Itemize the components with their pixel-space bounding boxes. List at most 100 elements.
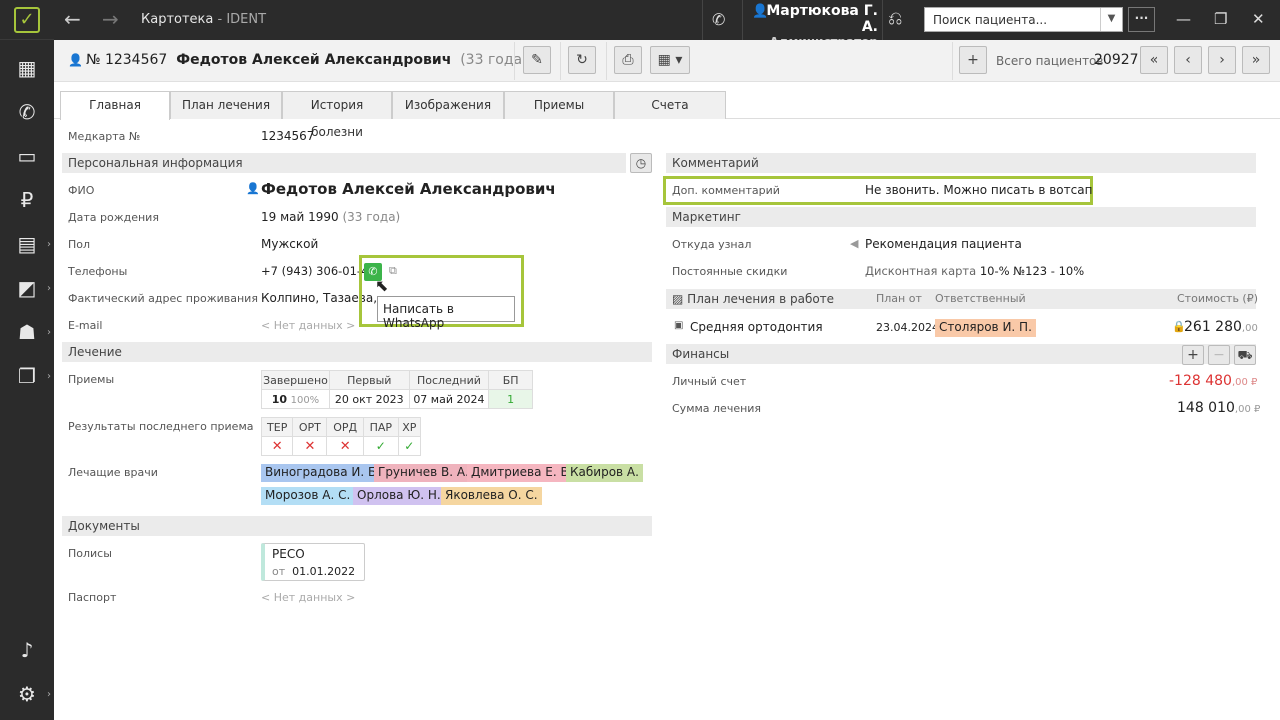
col-bp: БП <box>488 370 533 390</box>
chat-icon[interactable]: ▭ <box>0 136 54 176</box>
visits-label: Приемы <box>68 373 115 386</box>
completed-cell: 10 100% <box>261 389 330 409</box>
doctor-chip[interactable]: Виноградова И. Б. <box>261 464 385 482</box>
bp-cell: 1 <box>488 389 533 409</box>
email-value[interactable]: < Нет данных > <box>261 319 355 332</box>
last-button[interactable]: » <box>1242 46 1270 74</box>
policy-company: РЕСО <box>272 547 305 561</box>
comment-label: Доп. комментарий <box>672 184 780 197</box>
calendar-icon[interactable]: ▤ › <box>0 224 54 264</box>
results-table: ТЕР ОРТ ОРД ПАР ХР ✕ ✕ ✕ ✓ ✓ <box>260 417 422 456</box>
marketing-section-header: Маркетинг <box>666 207 1256 227</box>
first-visit-cell: 20 окт 2023 <box>328 389 410 409</box>
col-first: Первый <box>328 370 410 390</box>
add-patient-button[interactable]: + <box>959 46 987 74</box>
tab-main[interactable]: Главная <box>60 91 170 120</box>
history-back-icon[interactable]: ⎌ <box>888 8 902 29</box>
patient-title: 👤 № 1234567 Федотов Алексей Александрович… <box>68 52 528 68</box>
next-button[interactable]: › <box>1208 46 1236 74</box>
title-bar: ← → Картотека - IDENT ✆ 👤 Мартюкова Г. А… <box>54 0 1280 49</box>
col-hr: ХР <box>397 417 422 437</box>
doctor-chip[interactable]: Яковлева О. С. <box>441 487 542 505</box>
users-icon[interactable]: ☗ › <box>0 312 54 352</box>
doctors-label: Лечащие врачи <box>68 466 158 479</box>
divider <box>702 0 703 40</box>
result-mark: ✕ <box>326 436 365 456</box>
treatment-section-header: Лечение <box>62 342 652 362</box>
back-arrow-icon[interactable]: ← <box>64 7 81 31</box>
comment-value: Не звонить. Можно писать в вотсап <box>865 183 1093 197</box>
doctor-chip[interactable]: Орлова Ю. Н. <box>353 487 445 505</box>
dob-label: Дата рождения <box>68 211 159 224</box>
medcard-label: Медкарта № <box>68 130 141 143</box>
sex-label: Пол <box>68 238 91 251</box>
settings-icon[interactable]: ⚙ › <box>0 674 54 714</box>
ruble-icon[interactable]: ₽ <box>0 180 54 220</box>
user-name: Мартюкова Г. А. <box>766 3 878 35</box>
fio-value: Федотов Алексей Александрович <box>261 180 556 198</box>
tab-invoices[interactable]: Счета <box>614 91 726 119</box>
source-value: Рекомендация пациента <box>865 237 1022 251</box>
policy-card[interactable]: РЕСО от 01.01.2022 <box>261 543 365 581</box>
app-logo[interactable]: ✓ <box>0 0 54 40</box>
first-button[interactable]: « <box>1140 46 1168 74</box>
minimize-icon[interactable]: — <box>1176 10 1191 28</box>
whatsapp-tooltip: Написать в WhatsApp <box>377 296 515 330</box>
person-icon: 👤 <box>68 53 83 67</box>
last-visit-cell: 07 май 2024 <box>408 389 490 409</box>
schedule-icon[interactable]: ▦ <box>0 48 54 88</box>
tab-plan[interactable]: План лечения <box>170 91 282 119</box>
doctor-chip[interactable]: Дмитриева Е. В. <box>467 464 577 482</box>
col-par: ПАР <box>363 417 399 437</box>
discount-label: Постоянные скидки <box>672 265 788 278</box>
chevron-down-icon[interactable]: ▼ <box>1100 8 1122 31</box>
result-mark: ✓ <box>363 436 399 456</box>
comment-section-header: Комментарий <box>666 153 1256 173</box>
plan-resp-header: Ответственный <box>935 292 1026 305</box>
history-icon[interactable]: ◷ <box>630 153 652 173</box>
reports-icon[interactable]: ◩ › <box>0 268 54 308</box>
edit-button[interactable]: ✎ <box>523 46 551 74</box>
doctor-chip[interactable]: Морозов А. С. <box>261 487 355 505</box>
tab-images[interactable]: Изображения <box>392 91 504 119</box>
calendar-dropdown-button[interactable]: ▦ ▾ <box>650 46 690 74</box>
divider <box>882 0 883 40</box>
check-logo-icon: ✓ <box>14 6 40 33</box>
add-finance-button[interactable]: + <box>1182 345 1204 365</box>
policy-date: от 01.01.2022 <box>272 565 356 578</box>
passport-value[interactable]: < Нет данных > <box>261 591 355 604</box>
patient-search-input[interactable]: Поиск пациента... ▼ <box>924 7 1123 32</box>
documents-icon[interactable]: ❐ › <box>0 356 54 396</box>
calls-icon[interactable]: ✆ <box>0 92 54 132</box>
patient-header: 👤 № 1234567 Федотов Алексей Александрович… <box>54 40 1280 82</box>
doctor-chip[interactable]: Кабиров А. <box>566 464 643 482</box>
passport-label: Паспорт <box>68 591 117 604</box>
tab-history[interactable]: История болезни <box>282 91 392 139</box>
search-placeholder: Поиск пациента... <box>933 13 1048 27</box>
result-mark: ✕ <box>260 436 294 456</box>
divider <box>606 42 607 80</box>
responsible-chip: Столяров И. П. <box>935 319 1036 337</box>
plan-icon: ▨ <box>672 292 684 306</box>
forward-arrow-icon[interactable]: → <box>102 7 119 31</box>
cart-icon[interactable]: ⛟ <box>1234 345 1256 365</box>
plan-name[interactable]: Средняя ортодонтия <box>690 320 823 334</box>
source-label: Откуда узнал <box>672 238 752 251</box>
print-button[interactable]: ⎙ <box>614 46 642 74</box>
sidebar: ✓ ▦ ✆ ▭ ₽ ▤ › ◩ › ☗ › ❐ › ♪ ⚙ › <box>0 0 54 720</box>
close-icon[interactable]: ✕ <box>1252 10 1265 28</box>
doctor-chip[interactable]: Груничев В. А. <box>374 464 473 482</box>
prev-button[interactable]: ‹ <box>1174 46 1202 74</box>
restore-icon[interactable]: ❐ <box>1214 10 1227 28</box>
bell-icon[interactable]: ♪ <box>0 630 54 670</box>
refresh-button[interactable]: ↻ <box>568 46 596 74</box>
dob-value: 19 май 1990 (33 года) <box>261 210 401 224</box>
tab-visits[interactable]: Приемы <box>504 91 614 119</box>
phone-icon[interactable]: ✆ <box>712 10 725 29</box>
remove-finance-button[interactable]: − <box>1208 345 1230 365</box>
result-mark: ✓ <box>397 436 422 456</box>
col-ort: ОРТ <box>292 417 328 437</box>
mouse-cursor-icon: ⬉ <box>375 276 389 295</box>
address-label: Фактический адрес проживания <box>68 292 258 305</box>
more-button[interactable]: ··· <box>1128 7 1155 32</box>
